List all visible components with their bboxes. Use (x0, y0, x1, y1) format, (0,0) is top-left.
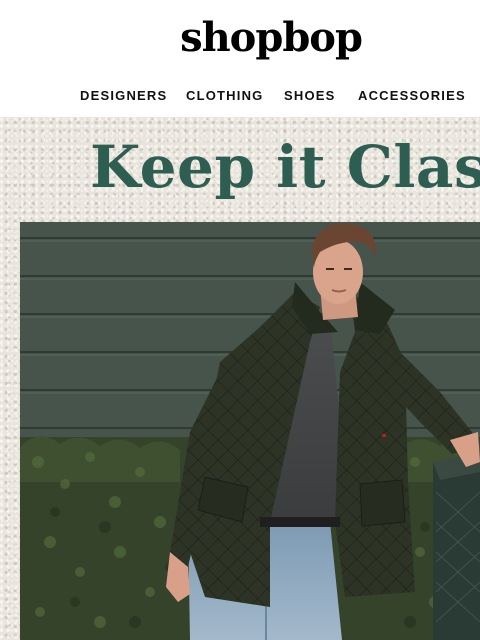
railing (433, 452, 480, 640)
hero-photo[interactable] (20, 222, 480, 640)
site-header: shopbop DESIGNERS CLOTHING SHOES ACCESSO… (0, 0, 480, 117)
model-photo-illustration (20, 222, 480, 640)
nav-accessories[interactable]: ACCESSORIES (358, 88, 466, 103)
nav-shoes[interactable]: SHOES (284, 88, 336, 103)
hero-headline: Keep it Classic (90, 133, 480, 201)
nav-designers[interactable]: DESIGNERS (80, 88, 167, 103)
hero-banner[interactable]: Keep it Classic (0, 117, 480, 640)
main-nav: DESIGNERS CLOTHING SHOES ACCESSORIES (0, 88, 480, 108)
nav-clothing[interactable]: CLOTHING (186, 88, 263, 103)
shopbop-logo[interactable]: shopbop (0, 14, 480, 61)
